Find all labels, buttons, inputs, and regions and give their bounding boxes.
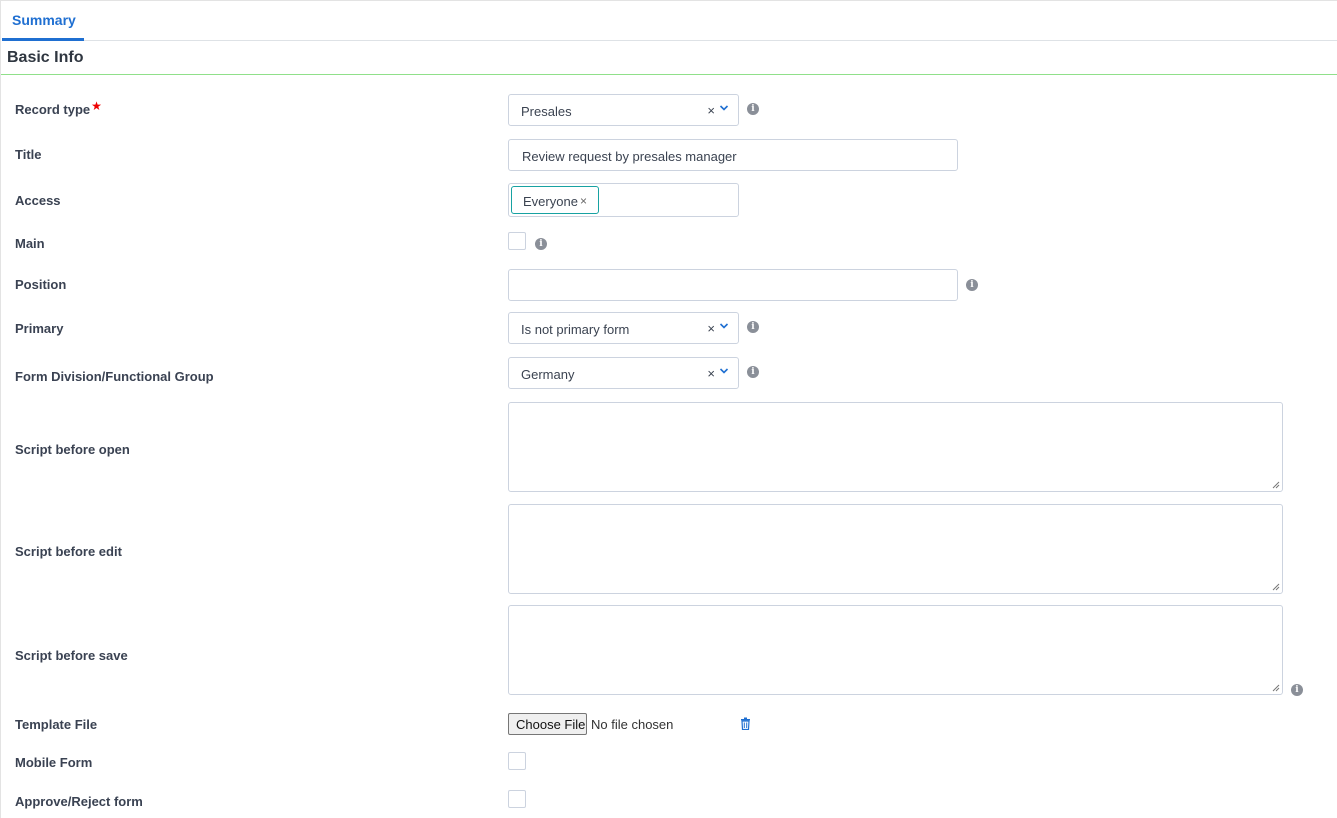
info-icon[interactable]: i bbox=[535, 238, 547, 250]
template-file-label: Template File bbox=[15, 717, 98, 732]
remove-tag-icon[interactable]: × bbox=[580, 194, 587, 208]
record-type-label-text: Record type bbox=[15, 102, 91, 117]
form-division-label: Form Division/Functional Group bbox=[15, 369, 214, 384]
required-star-icon: ★ bbox=[91, 99, 102, 113]
form-division-select[interactable]: Germany × bbox=[508, 357, 739, 389]
section-divider bbox=[1, 74, 1337, 75]
clear-icon[interactable]: × bbox=[707, 321, 715, 336]
script-before-save-textarea[interactable] bbox=[508, 605, 1283, 695]
access-tag-input[interactable]: Everyone × bbox=[508, 183, 739, 217]
clear-icon[interactable]: × bbox=[707, 103, 715, 118]
position-label: Position bbox=[15, 277, 67, 292]
chevron-down-icon[interactable] bbox=[719, 321, 729, 331]
script-before-open-label: Script before open bbox=[15, 442, 130, 457]
info-icon[interactable]: i bbox=[747, 366, 759, 378]
script-before-edit-textarea[interactable] bbox=[508, 504, 1283, 594]
clear-icon[interactable]: × bbox=[707, 366, 715, 381]
chevron-down-icon[interactable] bbox=[719, 366, 729, 376]
record-type-value: Presales bbox=[521, 104, 572, 119]
title-input[interactable]: Review request by presales manager bbox=[508, 139, 958, 171]
access-tag-label: Everyone bbox=[523, 194, 578, 209]
info-icon[interactable]: i bbox=[747, 321, 759, 333]
script-before-open-textarea[interactable] bbox=[508, 402, 1283, 492]
script-before-save-label: Script before save bbox=[15, 648, 128, 663]
resize-handle-icon[interactable] bbox=[1272, 481, 1280, 489]
primary-value: Is not primary form bbox=[521, 322, 630, 337]
section-title: Basic Info bbox=[7, 49, 84, 66]
file-status: No file chosen bbox=[591, 717, 674, 732]
main-checkbox[interactable] bbox=[508, 232, 526, 250]
approve-reject-form-checkbox[interactable] bbox=[508, 790, 526, 808]
position-input[interactable] bbox=[508, 269, 958, 301]
main-label: Main bbox=[15, 236, 45, 251]
access-label: Access bbox=[15, 193, 61, 208]
trash-icon[interactable] bbox=[740, 717, 751, 730]
primary-select[interactable]: Is not primary form × bbox=[508, 312, 739, 344]
resize-handle-icon[interactable] bbox=[1272, 583, 1280, 591]
chevron-down-icon[interactable] bbox=[719, 103, 729, 113]
info-icon[interactable]: i bbox=[966, 279, 978, 291]
info-icon[interactable]: i bbox=[1291, 684, 1303, 696]
info-icon[interactable]: i bbox=[747, 103, 759, 115]
access-tag: Everyone × bbox=[511, 186, 599, 214]
tab-summary[interactable]: Summary bbox=[2, 2, 84, 41]
primary-label: Primary bbox=[15, 321, 64, 336]
form-division-value: Germany bbox=[521, 367, 575, 382]
resize-handle-icon[interactable] bbox=[1272, 684, 1280, 692]
record-type-label: Record type★ bbox=[15, 99, 102, 117]
choose-file-button[interactable]: Choose File bbox=[508, 713, 587, 735]
record-type-select[interactable]: Presales × bbox=[508, 94, 739, 126]
script-before-edit-label: Script before edit bbox=[15, 544, 122, 559]
tab-bar: Summary bbox=[2, 2, 1337, 41]
title-label: Title bbox=[15, 147, 42, 162]
approve-reject-form-label: Approve/Reject form bbox=[15, 794, 143, 809]
mobile-form-checkbox[interactable] bbox=[508, 752, 526, 770]
mobile-form-label: Mobile Form bbox=[15, 755, 93, 770]
